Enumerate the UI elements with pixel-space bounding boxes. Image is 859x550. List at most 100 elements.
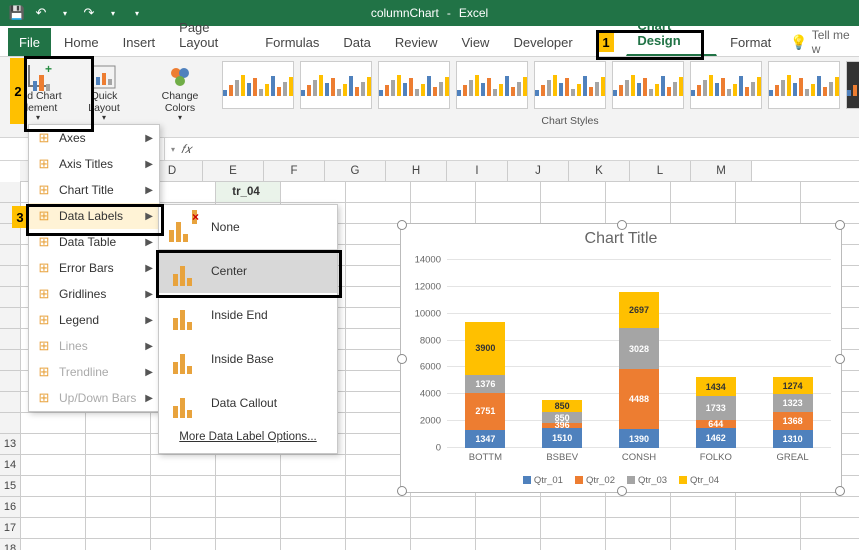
row-header[interactable]: 15	[0, 476, 20, 497]
cell[interactable]	[606, 182, 671, 202]
cell[interactable]	[736, 518, 801, 538]
tell-me-search[interactable]: 💡 Tell me w	[790, 28, 851, 56]
cell[interactable]	[21, 476, 86, 496]
bar-stack[interactable]: 1390448830282697	[619, 292, 659, 448]
tab-home[interactable]: Home	[53, 28, 110, 56]
row-header[interactable]: 18	[0, 539, 20, 550]
menu-error-bars[interactable]: ⊞Error Bars▶	[29, 255, 159, 281]
bar-stack[interactable]: 1510396850850	[542, 400, 582, 448]
chart-style-thumb[interactable]	[456, 61, 528, 109]
cell[interactable]	[346, 518, 411, 538]
undo-button[interactable]: ↶	[30, 3, 52, 23]
cell[interactable]	[216, 476, 281, 496]
bar-stack[interactable]: 1347275113763900	[465, 322, 505, 448]
bar-segment[interactable]: 2751	[465, 393, 505, 430]
column-header[interactable]: J	[508, 161, 569, 181]
embedded-chart[interactable]: Chart Title 0200040006000800010000120001…	[400, 223, 842, 493]
cell[interactable]	[476, 182, 541, 202]
row-header[interactable]	[0, 350, 20, 371]
cell[interactable]	[411, 497, 476, 517]
save-button[interactable]: 💾	[6, 3, 28, 23]
tab-review[interactable]: Review	[384, 28, 449, 56]
cell[interactable]	[346, 539, 411, 550]
cell[interactable]	[151, 476, 216, 496]
cell[interactable]	[411, 203, 476, 223]
cell[interactable]	[606, 518, 671, 538]
tab-page-layout[interactable]: Page Layout	[168, 13, 252, 56]
cell[interactable]	[346, 182, 411, 202]
cell[interactable]	[541, 518, 606, 538]
chart-style-thumb[interactable]	[846, 61, 859, 109]
cell[interactable]	[86, 497, 151, 517]
undo-more[interactable]: ▾	[54, 3, 76, 23]
row-header[interactable]: 16	[0, 497, 20, 518]
cell[interactable]	[671, 182, 736, 202]
cell[interactable]	[21, 413, 86, 433]
cell[interactable]	[86, 413, 151, 433]
menu-data-labels[interactable]: ⊞Data Labels▶	[29, 203, 159, 229]
legend-item[interactable]: Qtr_03	[627, 475, 667, 486]
row-header[interactable]	[0, 182, 20, 203]
bar-segment[interactable]: 3028	[619, 328, 659, 369]
bar-segment[interactable]: 1274	[773, 377, 813, 394]
cell[interactable]	[476, 518, 541, 538]
bar-segment[interactable]: 1368	[773, 412, 813, 430]
cell[interactable]	[21, 539, 86, 550]
cell[interactable]	[281, 182, 346, 202]
cell[interactable]	[606, 539, 671, 550]
cell[interactable]	[476, 203, 541, 223]
cell[interactable]	[736, 182, 801, 202]
cell[interactable]	[476, 539, 541, 550]
bar-segment[interactable]: 2697	[619, 292, 659, 328]
row-header[interactable]	[0, 266, 20, 287]
name-box-dropdown[interactable]: ▾	[171, 145, 175, 154]
cell[interactable]	[606, 203, 671, 223]
chart-plot-area[interactable]: 1347275113763900 1510396850850 13904488302…	[447, 260, 831, 448]
tab-formulas[interactable]: Formulas	[254, 28, 330, 56]
cell[interactable]	[216, 455, 281, 475]
submenu-more-options[interactable]: More Data Label Options...	[159, 425, 337, 449]
chart-styles-gallery[interactable]	[218, 57, 859, 113]
tab-view[interactable]: View	[451, 28, 501, 56]
qat-customize[interactable]: ▾	[126, 3, 148, 23]
cell[interactable]	[476, 497, 541, 517]
cell[interactable]	[736, 203, 801, 223]
menu-axis-titles[interactable]: ⊞Axis Titles▶	[29, 151, 159, 177]
chart-style-thumb[interactable]	[300, 61, 372, 109]
cell[interactable]	[86, 518, 151, 538]
cell[interactable]	[21, 455, 86, 475]
cell[interactable]	[411, 518, 476, 538]
row-header[interactable]	[0, 392, 20, 413]
bar-segment[interactable]: 1376	[465, 375, 505, 393]
cell[interactable]	[411, 539, 476, 550]
legend-item[interactable]: Qtr_02	[575, 475, 615, 486]
column-header[interactable]: H	[386, 161, 447, 181]
cell[interactable]	[541, 203, 606, 223]
cell[interactable]	[21, 497, 86, 517]
cell[interactable]	[216, 518, 281, 538]
cell[interactable]: tr_04	[216, 182, 281, 202]
chart-style-thumb[interactable]	[690, 61, 762, 109]
bar-segment[interactable]: 850	[542, 400, 582, 411]
bar-segment[interactable]: 1510	[542, 428, 582, 448]
bar-segment[interactable]: 644	[696, 420, 736, 429]
bar-segment[interactable]: 1733	[696, 396, 736, 419]
bar-segment[interactable]: 4488	[619, 369, 659, 429]
cell[interactable]	[281, 455, 346, 475]
row-header[interactable]	[0, 371, 20, 392]
submenu-center[interactable]: Center	[159, 249, 337, 293]
cell[interactable]	[281, 476, 346, 496]
bar-stack[interactable]: 146264417331434	[696, 377, 736, 448]
cell[interactable]	[281, 497, 346, 517]
cell[interactable]	[86, 476, 151, 496]
cell[interactable]	[671, 518, 736, 538]
row-header[interactable]: 14	[0, 455, 20, 476]
cell[interactable]	[606, 497, 671, 517]
row-header[interactable]	[0, 308, 20, 329]
redo-button[interactable]: ↷	[78, 3, 100, 23]
legend-item[interactable]: Qtr_01	[523, 475, 563, 486]
column-header[interactable]: G	[325, 161, 386, 181]
legend-item[interactable]: Qtr_04	[679, 475, 719, 486]
menu-legend[interactable]: ⊞Legend▶	[29, 307, 159, 333]
cell[interactable]	[541, 182, 606, 202]
